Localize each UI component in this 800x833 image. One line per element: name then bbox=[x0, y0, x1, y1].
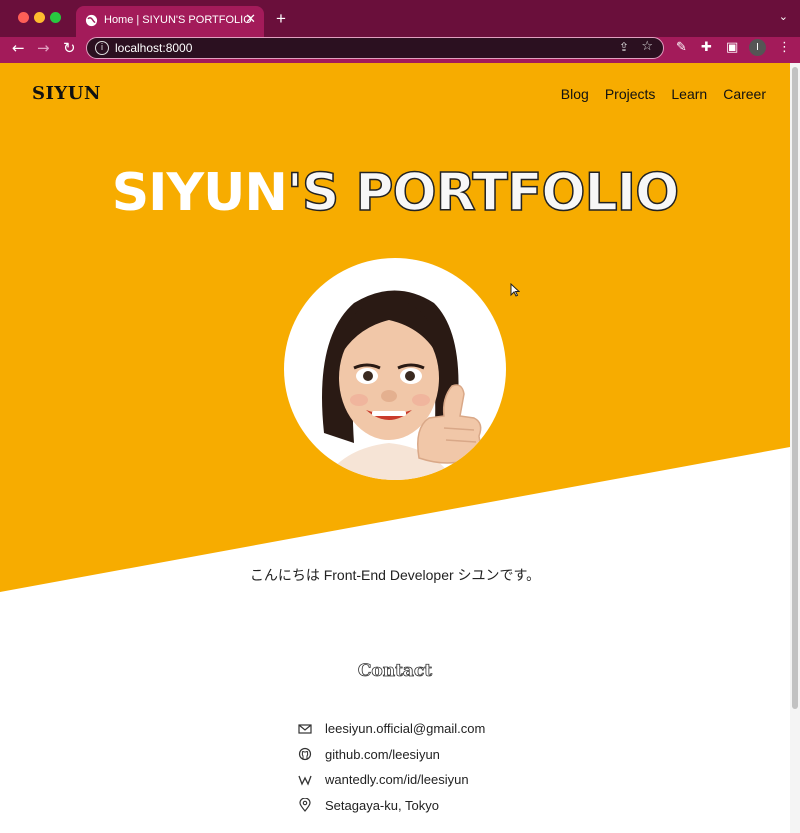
site-logo[interactable]: SIYUN bbox=[32, 83, 101, 104]
extension-pen-icon[interactable]: ✎ bbox=[676, 40, 687, 55]
browser-tab[interactable]: Home | SIYUN'S PORTFOLIO ✕ bbox=[76, 6, 264, 37]
url-text[interactable]: localhost:8000 bbox=[115, 41, 192, 55]
github-icon bbox=[298, 748, 312, 761]
mail-icon bbox=[298, 724, 312, 734]
nav-link-blog[interactable]: Blog bbox=[561, 86, 589, 102]
forward-arrow-icon[interactable]: → bbox=[37, 39, 50, 57]
maximize-window-button[interactable] bbox=[50, 12, 61, 23]
hero-title-name: SIYUN bbox=[111, 163, 288, 223]
more-menu-icon[interactable]: ⋮ bbox=[778, 40, 791, 55]
nav-link-learn[interactable]: Learn bbox=[671, 86, 707, 102]
hero-title: SIYUN'S PORTFOLIO bbox=[0, 162, 790, 224]
contact-wantedly-text[interactable]: wantedly.com/id/leesiyun bbox=[325, 772, 469, 787]
location-pin-icon bbox=[299, 798, 311, 813]
contact-github-text[interactable]: github.com/leesiyun bbox=[325, 747, 440, 762]
main-nav: Blog Projects Learn Career bbox=[561, 86, 766, 102]
memoji-avatar-image bbox=[322, 290, 482, 480]
tab-search-icon[interactable]: ⌄ bbox=[779, 10, 788, 23]
reload-icon[interactable]: ↻ bbox=[63, 39, 76, 57]
close-window-button[interactable] bbox=[18, 12, 29, 23]
new-tab-button[interactable]: + bbox=[276, 9, 286, 29]
tab-close-icon[interactable]: ✕ bbox=[245, 12, 256, 27]
nav-link-career[interactable]: Career bbox=[723, 86, 766, 102]
mouse-cursor-icon bbox=[510, 283, 520, 297]
contact-email[interactable]: leesiyun.official@gmail.com bbox=[298, 716, 485, 742]
contact-list: leesiyun.official@gmail.com github.com/l… bbox=[298, 716, 485, 818]
avatar bbox=[284, 258, 506, 480]
back-arrow-icon[interactable]: ← bbox=[12, 39, 25, 57]
extensions-puzzle-icon[interactable]: ✚ bbox=[701, 40, 712, 55]
share-icon[interactable]: ⇪ bbox=[619, 40, 629, 54]
wantedly-icon bbox=[298, 775, 312, 786]
nav-link-projects[interactable]: Projects bbox=[605, 86, 656, 102]
side-panel-icon[interactable]: ▣ bbox=[726, 40, 738, 55]
profile-avatar[interactable]: I bbox=[749, 39, 766, 56]
contact-wantedly[interactable]: wantedly.com/id/leesiyun bbox=[298, 767, 485, 793]
globe-icon bbox=[85, 14, 98, 27]
contact-location: Setagaya-ku, Tokyo bbox=[298, 793, 485, 819]
scrollbar-thumb[interactable] bbox=[792, 67, 798, 709]
minimize-window-button[interactable] bbox=[34, 12, 45, 23]
contact-location-text: Setagaya-ku, Tokyo bbox=[325, 797, 439, 813]
address-bar[interactable]: i localhost:8000 ⇪ ☆ bbox=[86, 37, 664, 59]
bookmark-star-icon[interactable]: ☆ bbox=[641, 39, 653, 54]
greeting-text: こんにちは Front-End Developer シユンです。 bbox=[249, 567, 541, 583]
contact-heading: Contact bbox=[357, 661, 433, 682]
browser-tab-bar: Home | SIYUN'S PORTFOLIO ✕ + ⌄ bbox=[0, 0, 800, 37]
page-viewport: SIYUN Blog Projects Learn Career SIYUN'S… bbox=[0, 63, 790, 833]
hero-title-suffix: 'S PORTFOLIO bbox=[286, 162, 680, 224]
tab-title: Home | SIYUN'S PORTFOLIO bbox=[104, 14, 252, 26]
contact-github[interactable]: github.com/leesiyun bbox=[298, 742, 485, 768]
contact-email-text[interactable]: leesiyun.official@gmail.com bbox=[325, 721, 485, 736]
site-info-icon[interactable]: i bbox=[95, 41, 109, 55]
vertical-scrollbar[interactable] bbox=[790, 63, 800, 833]
